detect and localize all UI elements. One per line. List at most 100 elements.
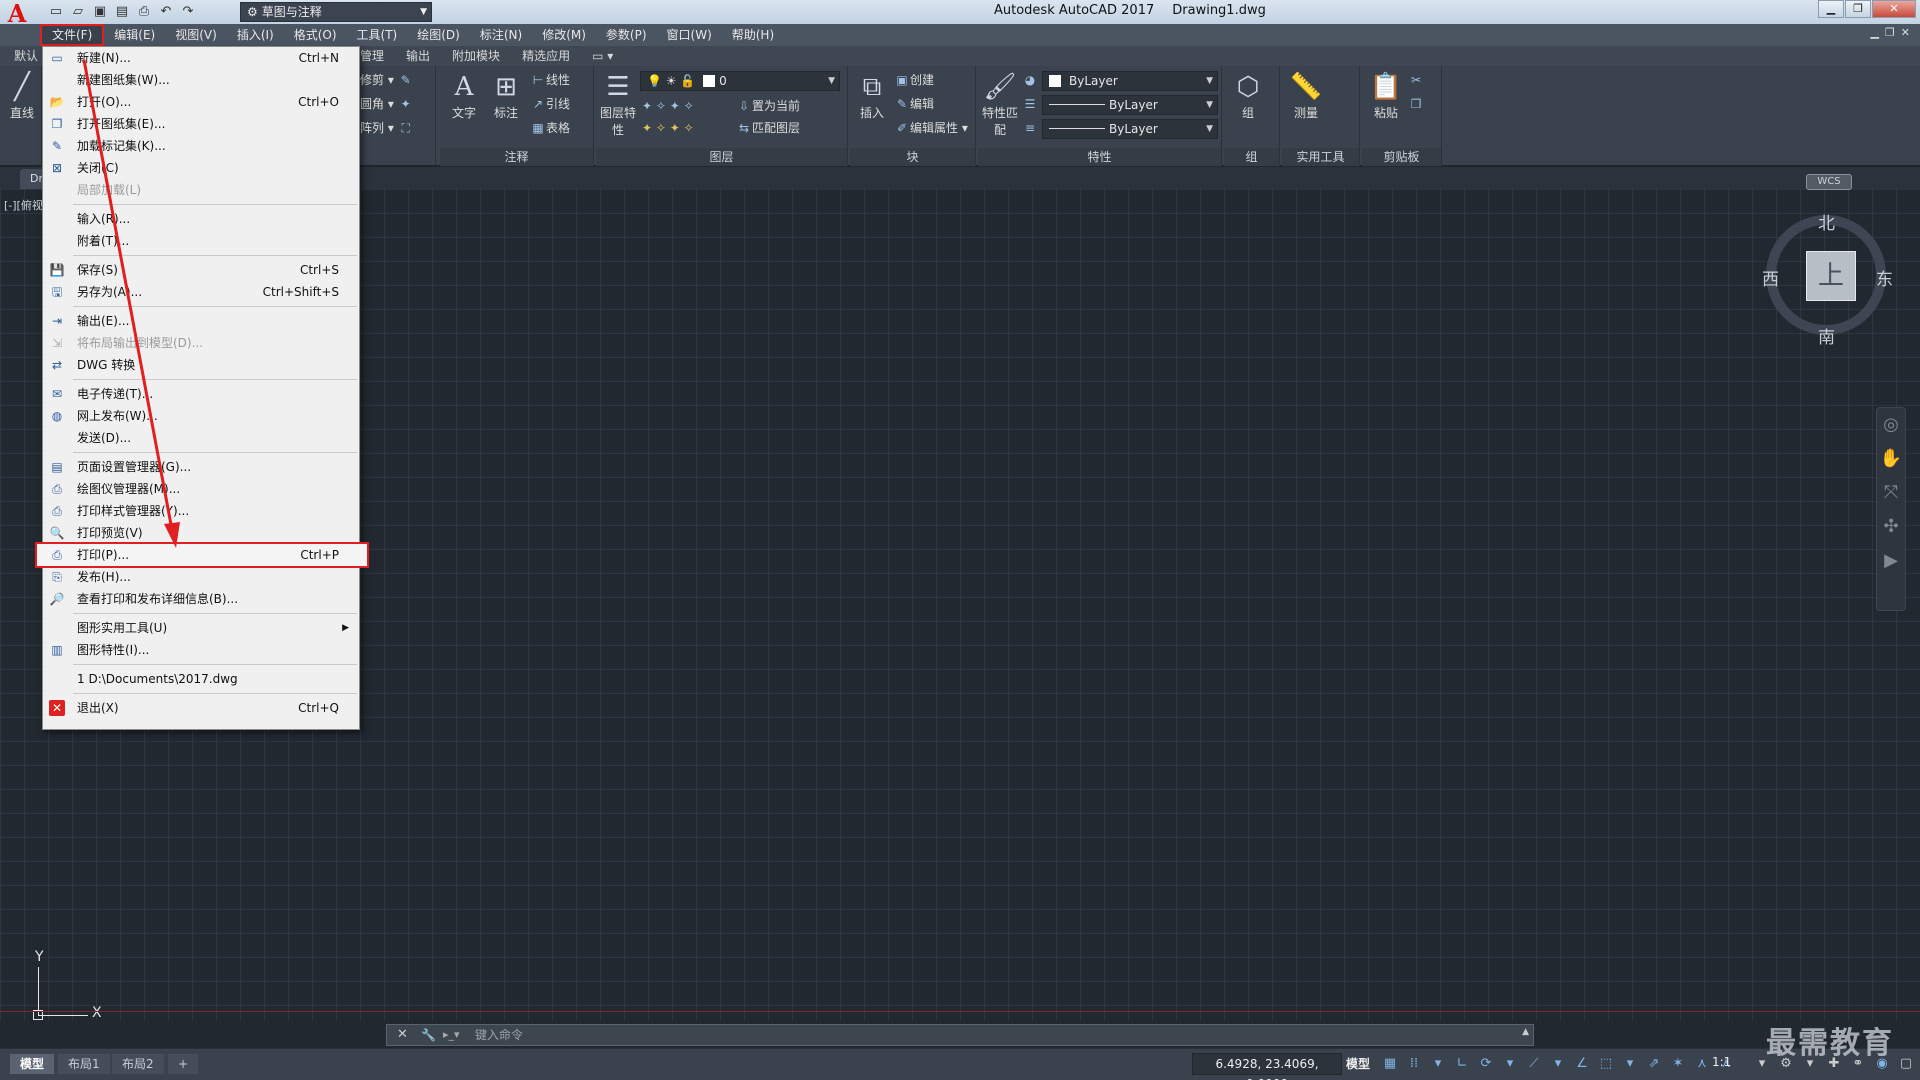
match-layer-tool[interactable]: ⇆ 匹配图层 [736,118,800,138]
linetype-select[interactable]: ByLayer ▼ [1042,95,1218,115]
layout-tab-1[interactable]: 布局1 [58,1054,110,1074]
match-properties-tool[interactable]: 🖌 特性匹配 [980,70,1020,138]
menu-item-10[interactable]: 窗口(W) [657,24,722,46]
measure-tool[interactable]: 📏 测量 [1286,70,1326,121]
object-snap-tracking-icon[interactable]: ∠ [1572,1053,1592,1075]
maximize-button[interactable]: ❐ [1845,0,1871,18]
close-button[interactable]: ✕ [1872,0,1916,18]
layout-tab-0[interactable]: 模型 [10,1054,55,1074]
layer-properties-tool[interactable]: ☰ 图层特性 [598,70,638,138]
recent-file-item[interactable]: 1 D:\Documents\2017.dwg [43,668,359,690]
color-select[interactable]: ByLayer ▼ [1042,71,1218,91]
menu-item-9[interactable]: 参数(P) [596,24,657,46]
file-menu-item[interactable]: ▤ 页面设置管理器(G)... [43,456,359,478]
add-layout-button[interactable]: + [168,1054,199,1074]
group-tool[interactable]: ⬡ 组 [1228,70,1268,121]
leader-tool[interactable]: ↗ 引线 [530,94,570,114]
create-block-tool[interactable]: ▣ 创建 [894,70,934,90]
command-input[interactable] [475,1027,1515,1043]
file-menu-item[interactable]: 图形实用工具(U) ▶ [43,617,359,639]
dimension-tool[interactable]: ⊞ 标注 [486,70,526,121]
file-menu-item[interactable]: 🔍 打印预览(V) [43,522,359,544]
file-menu-item[interactable]: ✕ 退出(X) Ctrl+Q [43,697,359,719]
file-menu-item[interactable]: ❐ 打开图纸集(E)... [43,113,359,135]
file-menu-item[interactable]: ✎ 加载标记集(K)... [43,135,359,157]
trim-tool[interactable]: 修剪 ▾ ✎ [360,70,414,90]
menu-item-0[interactable]: 文件(F) [40,24,105,46]
object-snap-icon[interactable]: ⬚ [1596,1053,1616,1075]
zoom-icon[interactable]: ⤧ [1877,476,1905,510]
panel-title-utilities[interactable]: 实用工具 [1282,148,1359,166]
command-prompt-icon[interactable]: ▸_▾ [443,1025,460,1045]
open-icon[interactable]: ▱ [68,3,88,21]
layout-tab-2[interactable]: 布局2 [112,1054,164,1074]
minimize-button[interactable]: ▁ [1818,0,1844,18]
close-icon[interactable]: ✕ [397,1025,408,1045]
file-menu-item[interactable]: ◍ 网上发布(W)... [43,405,359,427]
line-tool[interactable]: ╱ 直线 [2,70,42,121]
menu-item-5[interactable]: 工具(T) [347,24,408,46]
compass-west[interactable]: 西 [1762,265,1779,290]
file-menu-item[interactable]: ▥ 图形特性(I)... [43,639,359,661]
file-menu-item[interactable]: 🖫 另存为(A)... Ctrl+Shift+S [43,281,359,303]
menu-item-7[interactable]: 标注(N) [470,24,532,46]
text-tool[interactable]: A 文字 [444,70,484,121]
workspace-select[interactable]: ⚙ 草图与注释 ▼ [240,2,432,22]
panel-title-properties[interactable]: 特性 [978,148,1221,166]
document-window-controls[interactable]: ▁❐✕ [1870,26,1916,39]
ribbon-minimize-icon[interactable]: ▭ ▾ [581,46,624,66]
file-menu-item[interactable]: ⎙ 打印样式管理器(Y)... [43,500,359,522]
dynamic-ucs-icon[interactable]: ⇗ [1644,1053,1664,1075]
copy-icon[interactable]: ❐ [1408,94,1424,114]
menu-item-8[interactable]: 修改(M) [532,24,596,46]
menu-item-1[interactable]: 编辑(E) [104,24,165,46]
wcs-badge[interactable]: WCS [1806,174,1852,190]
compass-east[interactable]: 东 [1876,265,1893,290]
ribbon-tab-3[interactable]: 附加模块 [441,46,511,66]
file-menu-item[interactable]: 输入(R)... [43,208,359,230]
panel-title-annotation[interactable]: 注释 [440,148,593,166]
orbit-icon[interactable]: ✣ [1877,510,1905,544]
compass-south[interactable]: 南 [1818,323,1835,348]
file-menu-item[interactable]: ⊠ 关闭(C) [43,157,359,179]
paste-tool[interactable]: 📋 粘贴 [1366,70,1406,121]
layer-tools-row1[interactable]: ✦ ✧ ✦ ✧ [642,96,694,116]
isodraft-icon[interactable]: ⟋ [1524,1053,1544,1075]
coordinates-readout[interactable]: 6.4928, 23.4069, 0.0000 [1192,1053,1342,1080]
viewport-label[interactable]: [-][俯视] [4,197,47,213]
showmotion-icon[interactable]: ▶ [1877,544,1905,578]
compass-north[interactable]: 北 [1818,209,1835,234]
redo-icon[interactable]: ↷ [178,3,198,21]
panel-title-block[interactable]: 块 [850,148,975,166]
undo-icon[interactable]: ↶ [156,3,176,21]
steering-wheel-icon[interactable]: ◎ [1877,408,1905,442]
linear-dim-tool[interactable]: ⊢ 线性 [530,70,570,90]
chevron-up-icon[interactable]: ▲ [1522,1027,1529,1037]
model-space-toggle[interactable]: 模型 [1346,1055,1370,1072]
set-current-tool[interactable]: ⇩ 置为当前 [736,96,800,116]
chevron-down-icon[interactable]: ▾ [1620,1053,1640,1075]
ribbon-tab-2[interactable]: 输出 [395,46,441,66]
chevron-down-icon[interactable]: ▾ [1428,1053,1448,1075]
snap-icon[interactable]: ⁞⁞ [1404,1053,1424,1075]
auto-scale-icon[interactable]: ⋏ [1692,1053,1712,1075]
save-as-icon[interactable]: ▤ [112,3,132,21]
panel-title-clipboard[interactable]: 剪贴板 [1362,148,1441,166]
file-menu-item[interactable]: ⇥ 输出(E)... [43,310,359,332]
new-icon[interactable]: ▭ [46,3,66,21]
menu-item-3[interactable]: 插入(I) [227,24,284,46]
chevron-down-icon[interactable]: ▾ [1548,1053,1568,1075]
edit-block-tool[interactable]: ✎ 编辑 [894,94,934,114]
file-menu-item[interactable]: 发送(D)... [43,427,359,449]
menu-item-11[interactable]: 帮助(H) [722,24,784,46]
menu-item-6[interactable]: 绘图(D) [407,24,470,46]
menu-item-4[interactable]: 格式(O) [284,24,347,46]
file-menu-item[interactable]: ⎙ 绘图仪管理器(M)... [43,478,359,500]
viewcube-top-face[interactable]: 上 [1806,251,1856,301]
ribbon-tab-4[interactable]: 精选应用 [511,46,581,66]
ortho-icon[interactable]: ∟ [1452,1053,1472,1075]
file-menu-item[interactable]: ✉ 电子传递(T)... [43,383,359,405]
fillet-tool[interactable]: 圆角 ▾ ✦ [360,94,414,114]
file-menu-item[interactable]: 🔎 查看打印和发布详细信息(B)... [43,588,359,610]
file-menu-item[interactable]: ⎘ 发布(H)... [43,566,359,588]
